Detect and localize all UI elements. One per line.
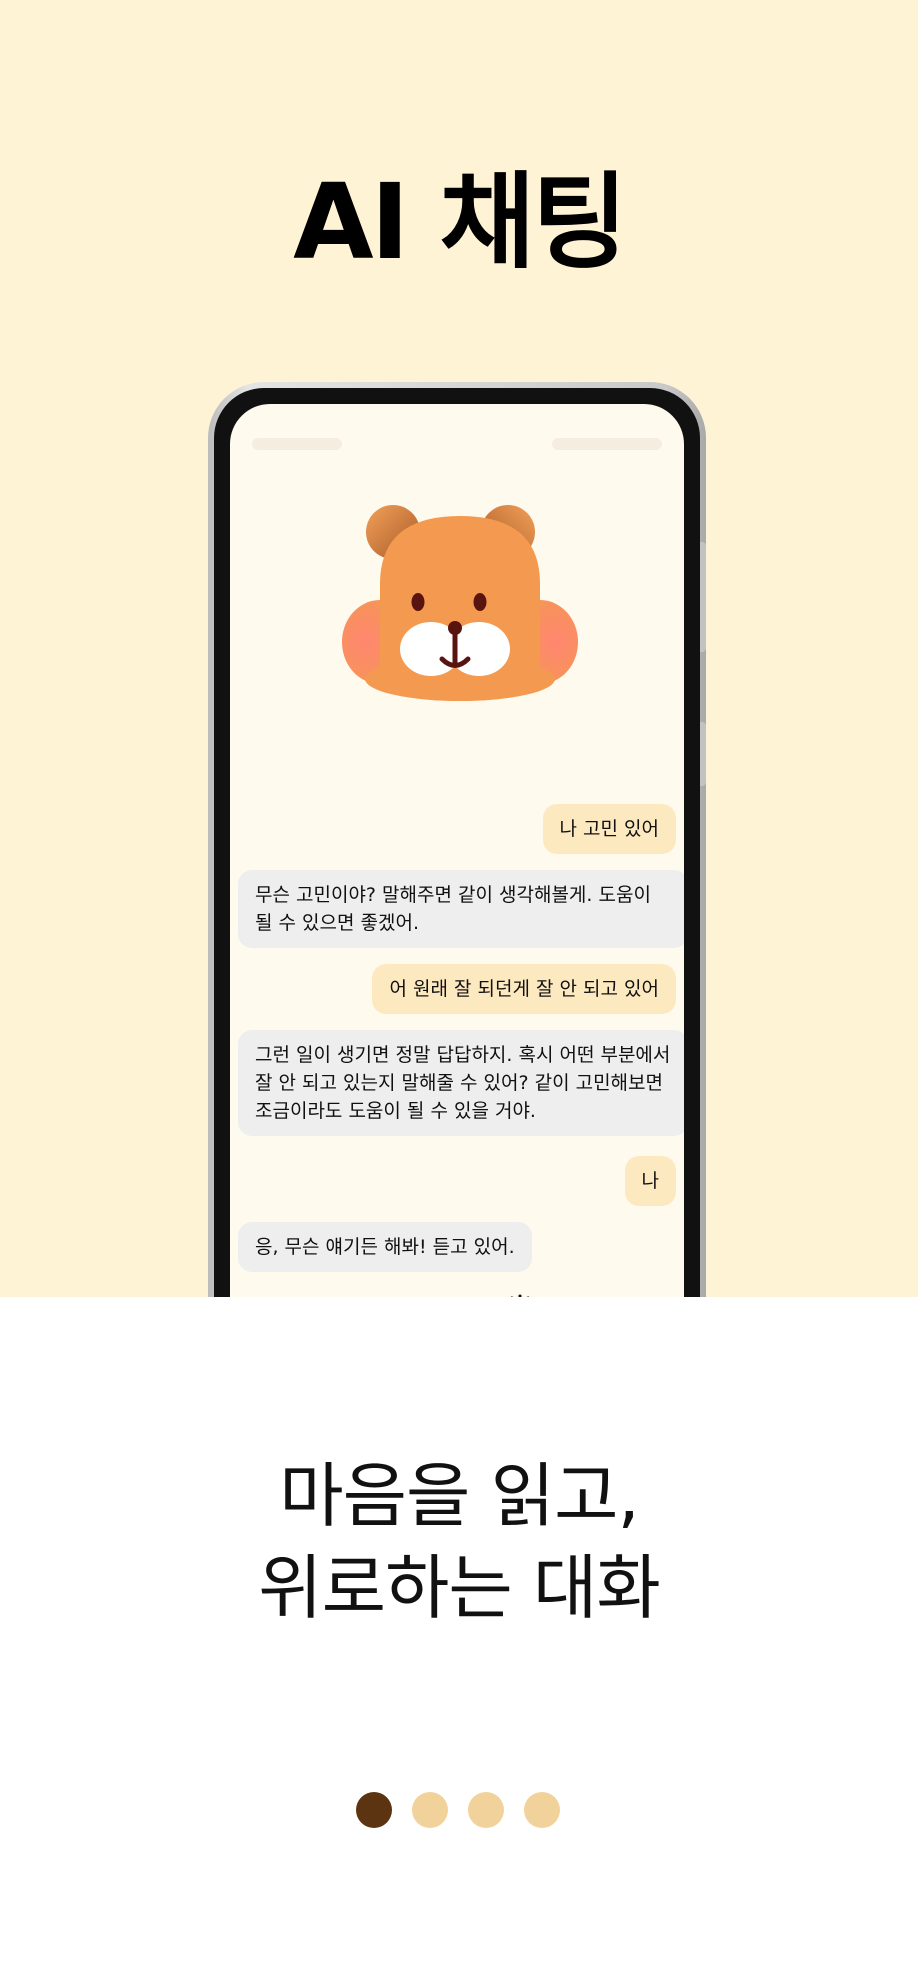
phone-side-button <box>700 722 706 786</box>
chat-message-ai: 그런 일이 생기면 정말 답답하지. 혹시 어떤 부분에서 잘 안 되고 있는지… <box>238 1030 684 1136</box>
phone-side-button <box>700 542 706 652</box>
page-dot[interactable] <box>468 1792 504 1828</box>
phone-bezel: 나 고민 있어 무슨 고민이야? 말해주면 같이 생각해볼게. 도움이 될 수 … <box>214 388 700 1297</box>
mascot-peek-icon <box>320 1288 350 1297</box>
phone-mockup: 나 고민 있어 무슨 고민이야? 말해주면 같이 생각해볼게. 도움이 될 수 … <box>208 382 706 1297</box>
chat-screen: 나 고민 있어 무슨 고민이야? 말해주면 같이 생각해볼게. 도움이 될 수 … <box>230 404 684 1297</box>
tagline-line-1: 마음을 읽고, <box>279 1455 640 1537</box>
tagline: 마음을 읽고, 위로하는 대화 <box>0 1450 918 1634</box>
page-dot-active[interactable] <box>356 1792 392 1828</box>
chat-message-user: 어 원래 잘 되던게 잘 안 되고 있어 <box>372 964 676 1014</box>
chat-message-user: 나 <box>624 1156 676 1206</box>
hero-section: AI 채팅 나 고민 있어 무슨 고민이야? 말해주면 같이 생각해볼게. 도움… <box>0 0 918 1297</box>
page-dot[interactable] <box>524 1792 560 1828</box>
tagline-line-2: 위로하는 대화 <box>258 1547 661 1629</box>
hamster-mascot-icon <box>342 505 578 701</box>
sparkle-icon <box>510 1294 530 1297</box>
page-dot[interactable] <box>412 1792 448 1828</box>
status-bar-right <box>552 438 662 450</box>
status-bar-left <box>252 438 342 450</box>
chat-message-user: 나 고민 있어 <box>542 804 676 854</box>
chat-message-ai: 응, 무슨 얘기든 해봐! 듣고 있어. <box>238 1222 532 1272</box>
chat-message-ai: 무슨 고민이야? 말해주면 같이 생각해볼게. 도움이 될 수 있으면 좋겠어. <box>238 870 684 948</box>
page-title: AI 채팅 <box>293 161 628 283</box>
